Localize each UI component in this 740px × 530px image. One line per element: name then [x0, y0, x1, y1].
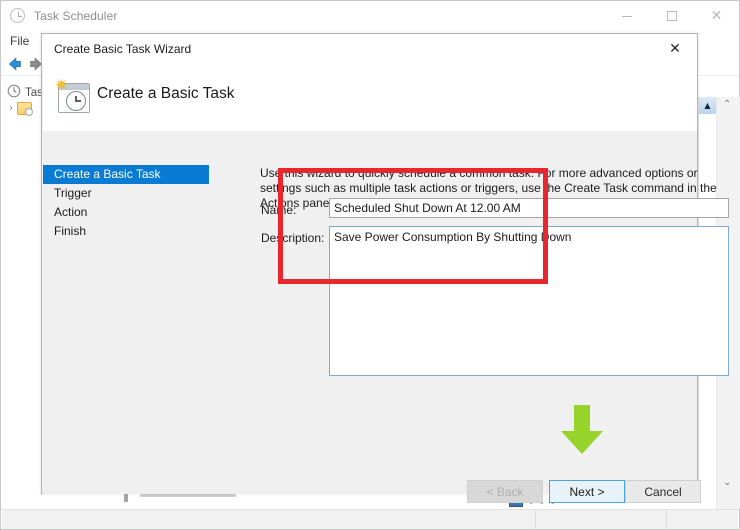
statusbar-divider	[666, 510, 667, 530]
inner-scrollbar-track-lower[interactable]	[699, 366, 716, 489]
window-title: Task Scheduler	[34, 9, 118, 23]
chevron-right-icon[interactable]: ›	[9, 103, 13, 114]
maximize-button[interactable]	[649, 1, 694, 31]
screen: Task Scheduler ✕ File Task › ▲ ⌃ ⌄ • • •…	[0, 0, 740, 530]
name-field-label: Name:	[261, 203, 297, 217]
close-icon: ✕	[669, 41, 681, 57]
calendar-clock-star-icon: ✷	[55, 77, 95, 117]
menu-item-file[interactable]: File	[10, 34, 29, 48]
wizard-step-create-a-basic-task[interactable]: Create a Basic Task	[43, 165, 209, 184]
wizard-step-action[interactable]: Action	[43, 203, 209, 222]
maximize-icon	[666, 11, 677, 21]
page-title: Create a Basic Task	[97, 85, 235, 102]
close-icon: ✕	[710, 8, 723, 24]
back-button[interactable]: < Back	[467, 480, 543, 503]
description-field-label: Description:	[261, 231, 325, 245]
outer-scroll-down-icon[interactable]: ⌄	[723, 477, 731, 488]
dialog-header: ✷ Create a Basic Task	[43, 64, 697, 132]
description-input[interactable]	[329, 226, 729, 376]
wizard-step-trigger[interactable]: Trigger	[43, 184, 209, 203]
dialog-footer: < Back Next > Cancel	[43, 453, 701, 503]
wizard-step-list: Create a Basic Task Trigger Action Finis…	[43, 165, 209, 241]
wizard-step-finish[interactable]: Finish	[43, 222, 209, 241]
dialog-title: Create Basic Task Wizard	[54, 42, 192, 56]
task-folder-icon	[17, 102, 33, 116]
window-caption-buttons: ✕	[604, 1, 739, 31]
minimize-button[interactable]	[604, 1, 649, 31]
close-button[interactable]: ✕	[694, 1, 739, 31]
tree-item-task-folder[interactable]: ›	[9, 102, 36, 116]
minimize-icon	[621, 15, 632, 17]
dialog-titlebar: Create Basic Task Wizard ✕	[42, 34, 697, 64]
clock-icon	[7, 84, 21, 101]
scroll-up-button[interactable]: ▲	[699, 97, 716, 114]
cancel-button[interactable]: Cancel	[625, 480, 701, 503]
next-button[interactable]: Next >	[549, 480, 625, 503]
back-arrow-icon[interactable]	[6, 55, 24, 73]
star-icon: ✷	[55, 76, 68, 94]
dialog-body: Create a Basic Task Trigger Action Finis…	[43, 131, 729, 453]
task-scheduler-titlebar: Task Scheduler ✕	[1, 1, 739, 31]
create-basic-task-wizard-dialog: Create Basic Task Wizard ✕ ✷ Create a Ba…	[41, 33, 729, 503]
outer-scroll-up-icon[interactable]: ⌃	[723, 99, 731, 110]
statusbar-divider	[535, 510, 536, 530]
statusbar	[2, 509, 738, 530]
name-input[interactable]	[329, 198, 729, 218]
dialog-close-button[interactable]: ✕	[653, 34, 697, 64]
clock-icon	[10, 8, 26, 24]
